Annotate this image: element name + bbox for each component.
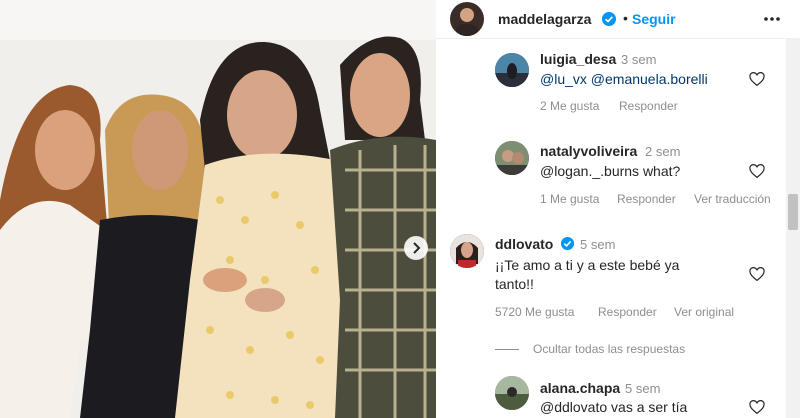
verified-badge-icon [601, 11, 617, 27]
comment-text: @lu_vx @emanuela.borelli [540, 71, 708, 87]
hide-replies-button[interactable]: Ocultar todas las respuestas [533, 342, 685, 356]
see-original-button[interactable]: Ver original [674, 305, 734, 319]
like-heart-icon[interactable] [748, 162, 766, 180]
comment-likes[interactable]: 2 Me gusta [540, 99, 599, 113]
hide-replies-row[interactable]: Ocultar todas las respuestas [495, 342, 755, 358]
chevron-right-icon [413, 242, 421, 254]
commenter-avatar[interactable] [495, 376, 529, 410]
author-avatar[interactable] [450, 2, 484, 36]
comment-time[interactable]: 5 sem [625, 381, 660, 396]
comment-username[interactable]: alana.chapa [540, 380, 620, 396]
comments-panel: maddelagarza • Seguir luigia_desa 3 sem … [436, 0, 800, 418]
reply-button[interactable]: Responder [619, 99, 678, 113]
see-translation-button[interactable]: Ver traducción [694, 192, 771, 206]
comments-scrollbar[interactable] [786, 38, 800, 418]
comment-text: @logan._.burns what? [540, 163, 681, 179]
comment-time[interactable]: 3 sem [621, 52, 656, 67]
comment-time[interactable]: 5 sem [580, 237, 615, 252]
next-photo-button[interactable] [404, 236, 428, 260]
like-heart-icon[interactable] [748, 70, 766, 88]
like-heart-icon[interactable] [748, 398, 766, 416]
comment-text-line2: tanto!! [495, 276, 534, 292]
scrollbar-thumb[interactable] [788, 194, 798, 230]
separator-dot: • [623, 10, 628, 26]
commenter-avatar[interactable] [495, 53, 529, 87]
comment-username[interactable]: natalyvoliveira [540, 143, 637, 159]
comment-likes[interactable]: 1 Me gusta [540, 192, 599, 206]
commenter-avatar[interactable] [495, 141, 529, 175]
hide-replies-line [495, 349, 519, 350]
author-username[interactable]: maddelagarza [498, 11, 591, 27]
comment-text: @ddlovato vas a ser tía [540, 399, 688, 415]
like-heart-icon[interactable] [748, 265, 766, 283]
comment-username[interactable]: ddlovato [495, 236, 553, 252]
commenter-avatar[interactable] [450, 234, 484, 268]
post-header: maddelagarza • Seguir [436, 0, 800, 39]
post-photo[interactable] [0, 0, 436, 418]
follow-button[interactable]: Seguir [632, 11, 676, 27]
comment-text-line1: ¡¡Te amo a ti y a este bebé ya [495, 257, 680, 273]
post-image [0, 0, 436, 418]
verified-badge-icon [560, 236, 575, 251]
comment-likes[interactable]: 5720 Me gusta [495, 305, 574, 319]
comment-username[interactable]: luigia_desa [540, 51, 616, 67]
reply-button[interactable]: Responder [617, 192, 676, 206]
more-options-icon[interactable] [762, 10, 782, 28]
reply-button[interactable]: Responder [598, 305, 657, 319]
comment-time[interactable]: 2 sem [645, 144, 680, 159]
